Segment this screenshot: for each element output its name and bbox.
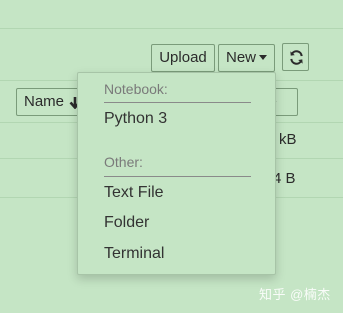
file-browser: Upload New Name ze kB 4 B Notebook: Pyth… bbox=[0, 0, 343, 313]
watermark: 知乎 @楠杰 bbox=[259, 287, 331, 302]
new-button-label: New bbox=[226, 49, 257, 66]
menu-item-terminal[interactable]: Terminal bbox=[104, 245, 164, 263]
menu-item-text-file[interactable]: Text File bbox=[104, 184, 164, 202]
new-dropdown-menu: Notebook: Python 3 Other: Text File Fold… bbox=[77, 72, 276, 275]
notebook-section-header: Notebook: bbox=[104, 81, 168, 97]
menu-divider bbox=[104, 102, 251, 103]
divider bbox=[0, 28, 343, 29]
file-size-cell: kB bbox=[279, 131, 297, 148]
sort-by-name-button[interactable]: Name bbox=[16, 88, 86, 116]
caret-down-icon bbox=[259, 54, 268, 60]
refresh-button[interactable] bbox=[282, 43, 309, 71]
refresh-icon bbox=[290, 50, 303, 65]
upload-button[interactable]: Upload bbox=[151, 44, 215, 72]
file-size-cell: 4 B bbox=[273, 170, 296, 187]
name-column-label: Name bbox=[24, 93, 65, 110]
menu-item-python3[interactable]: Python 3 bbox=[104, 110, 167, 128]
menu-item-folder[interactable]: Folder bbox=[104, 214, 149, 232]
menu-divider bbox=[104, 176, 251, 177]
new-button[interactable]: New bbox=[218, 44, 275, 72]
other-section-header: Other: bbox=[104, 154, 143, 170]
